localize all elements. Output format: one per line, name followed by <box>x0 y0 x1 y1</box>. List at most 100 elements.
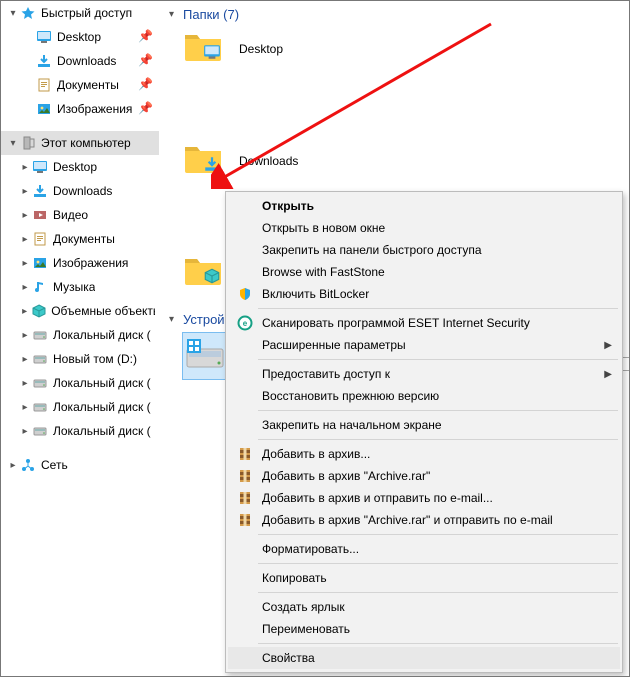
nav-pc-item[interactable]: ▸Локальный диск ( <box>1 419 159 443</box>
menu-item[interactable]: e Сканировать программой ESET Internet Se… <box>228 312 620 334</box>
nav-pc-item[interactable]: ▸ Изображения <box>1 251 159 275</box>
pin-icon: 📌 <box>138 77 153 91</box>
folder-label: Desktop <box>239 42 283 56</box>
desktop-icon <box>35 28 53 46</box>
menu-icon-slot <box>234 387 256 405</box>
nav-pane: ▾Быстрый доступDesktop📌Downloads📌Докумен… <box>1 1 159 676</box>
folder-item[interactable]: Downloads <box>183 140 383 182</box>
submenu-arrow-icon: ▶ <box>604 340 612 351</box>
menu-separator <box>258 308 618 309</box>
disk-icon <box>31 398 49 416</box>
nav-item-label: Изображения <box>53 256 128 270</box>
menu-item[interactable]: Восстановить прежнюю версию <box>228 385 620 407</box>
folder-item[interactable]: Desktop <box>183 28 383 70</box>
menu-item-label: Расширенные параметры <box>256 338 406 352</box>
menu-item-label: Создать ярлык <box>256 600 345 614</box>
menu-item[interactable]: Добавить в архив и отправить по e-mail..… <box>228 487 620 509</box>
folder-icon <box>183 141 229 181</box>
menu-icon-slot <box>234 241 256 259</box>
nav-quick-item[interactable]: Desktop📌 <box>1 25 159 49</box>
submenu-arrow-icon: ▶ <box>604 369 612 380</box>
disk-icon <box>31 350 49 368</box>
folders-section-header[interactable]: ▾ Папки (7) <box>169 7 619 22</box>
menu-item-label: Сканировать программой ESET Internet Sec… <box>256 316 530 330</box>
chevron-icon: ▸ <box>19 306 30 317</box>
chevron-icon: ▸ <box>19 210 31 221</box>
menu-item[interactable]: Расширенные параметры ▶ <box>228 334 620 356</box>
pictures-icon <box>31 254 49 272</box>
nav-pc-item[interactable]: ▸Новый том (D:) <box>1 347 159 371</box>
menu-item[interactable]: Browse with FastStone <box>228 261 620 283</box>
menu-item[interactable]: Закрепить на панели быстрого доступа <box>228 239 620 261</box>
nav-pc-item[interactable]: ▸ Видео <box>1 203 159 227</box>
nav-item-label: Локальный диск ( <box>53 400 151 414</box>
chevron-icon: ▸ <box>19 258 31 269</box>
rar-icon <box>234 511 256 529</box>
nav-this-pc[interactable]: ▾Этот компьютер <box>1 131 159 155</box>
menu-item[interactable]: Создать ярлык <box>228 596 620 618</box>
menu-item-label: Открыть в новом окне <box>256 221 385 235</box>
menu-icon-slot <box>234 219 256 237</box>
nav-pc-item[interactable]: ▸Музыка <box>1 275 159 299</box>
nav-pc-item[interactable]: ▸Локальный диск ( <box>1 395 159 419</box>
menu-item-label: Восстановить прежнюю версию <box>256 389 439 403</box>
menu-item[interactable]: Добавить в архив "Archive.rar" и отправи… <box>228 509 620 531</box>
nav-pc-item[interactable]: ▸Downloads <box>1 179 159 203</box>
nav-item-label: Видео <box>53 208 88 222</box>
disk-icon <box>31 374 49 392</box>
menu-item[interactable]: Копировать <box>228 567 620 589</box>
nav-quick-access[interactable]: ▾Быстрый доступ <box>1 1 159 25</box>
chevron-icon: ▸ <box>19 378 31 389</box>
menu-icon-slot <box>234 416 256 434</box>
menu-item[interactable]: Открыть <box>228 195 620 217</box>
context-menu: Открыть Открыть в новом окне Закрепить на … <box>225 191 623 673</box>
nav-item-label: Сеть <box>41 458 68 472</box>
menu-icon-slot <box>234 336 256 354</box>
nav-quick-item[interactable]: Документы 📌 <box>1 73 159 97</box>
menu-item-label: Добавить в архив... <box>256 447 370 461</box>
menu-item-label: Открыть <box>256 199 314 213</box>
chevron-icon: ▸ <box>19 162 31 173</box>
nav-item-label: Новый том (D:) <box>53 352 137 366</box>
menu-item[interactable]: Форматировать... <box>228 538 620 560</box>
nav-item-label: Документы <box>57 78 119 92</box>
pictures-icon <box>35 100 53 118</box>
nav-quick-item[interactable]: Изображения📌 <box>1 97 159 121</box>
nav-network[interactable]: ▸Сеть <box>1 453 159 477</box>
menu-item[interactable]: Предоставить доступ к▶ <box>228 363 620 385</box>
nav-item-label: Изображения <box>57 102 132 116</box>
menu-item[interactable]: Свойства <box>228 647 620 669</box>
nav-pc-item[interactable]: ▸Локальный диск ( <box>1 323 159 347</box>
nav-pc-item[interactable]: ▸Локальный диск ( <box>1 371 159 395</box>
menu-icon-slot <box>234 365 256 383</box>
nav-item-label: Desktop <box>57 30 101 44</box>
menu-item[interactable]: Закрепить на начальном экране <box>228 414 620 436</box>
menu-item[interactable]: Открыть в новом окне <box>228 217 620 239</box>
chevron-icon: ▸ <box>19 234 31 245</box>
documents-icon <box>31 230 49 248</box>
menu-item[interactable]: Включить BitLocker <box>228 283 620 305</box>
menu-item[interactable]: Переименовать <box>228 618 620 640</box>
chevron-icon: ▸ <box>19 426 31 437</box>
folder-icon <box>183 29 229 69</box>
nav-quick-item[interactable]: Downloads📌 <box>1 49 159 73</box>
menu-icon-slot <box>234 540 256 558</box>
nav-pc-item[interactable]: ▸Desktop <box>1 155 159 179</box>
downloads-icon <box>35 52 53 70</box>
chevron-icon: ▸ <box>19 186 31 197</box>
menu-icon-slot <box>234 598 256 616</box>
menu-item[interactable]: Добавить в архив "Archive.rar" <box>228 465 620 487</box>
eset-icon: e <box>234 314 256 332</box>
nav-pc-item[interactable]: ▸Документы <box>1 227 159 251</box>
menu-item[interactable]: Добавить в архив... <box>228 443 620 465</box>
pin-icon: 📌 <box>138 53 153 67</box>
disk-icon <box>31 422 49 440</box>
svg-text:e: e <box>243 319 248 328</box>
3d-icon <box>30 302 47 320</box>
chevron-down-icon: ▾ <box>169 9 183 20</box>
documents-icon <box>35 76 53 94</box>
nav-pc-item[interactable]: ▸Объемные объекты <box>1 299 159 323</box>
rar-icon <box>234 467 256 485</box>
video-icon <box>31 206 49 224</box>
disk-icon <box>183 333 227 377</box>
